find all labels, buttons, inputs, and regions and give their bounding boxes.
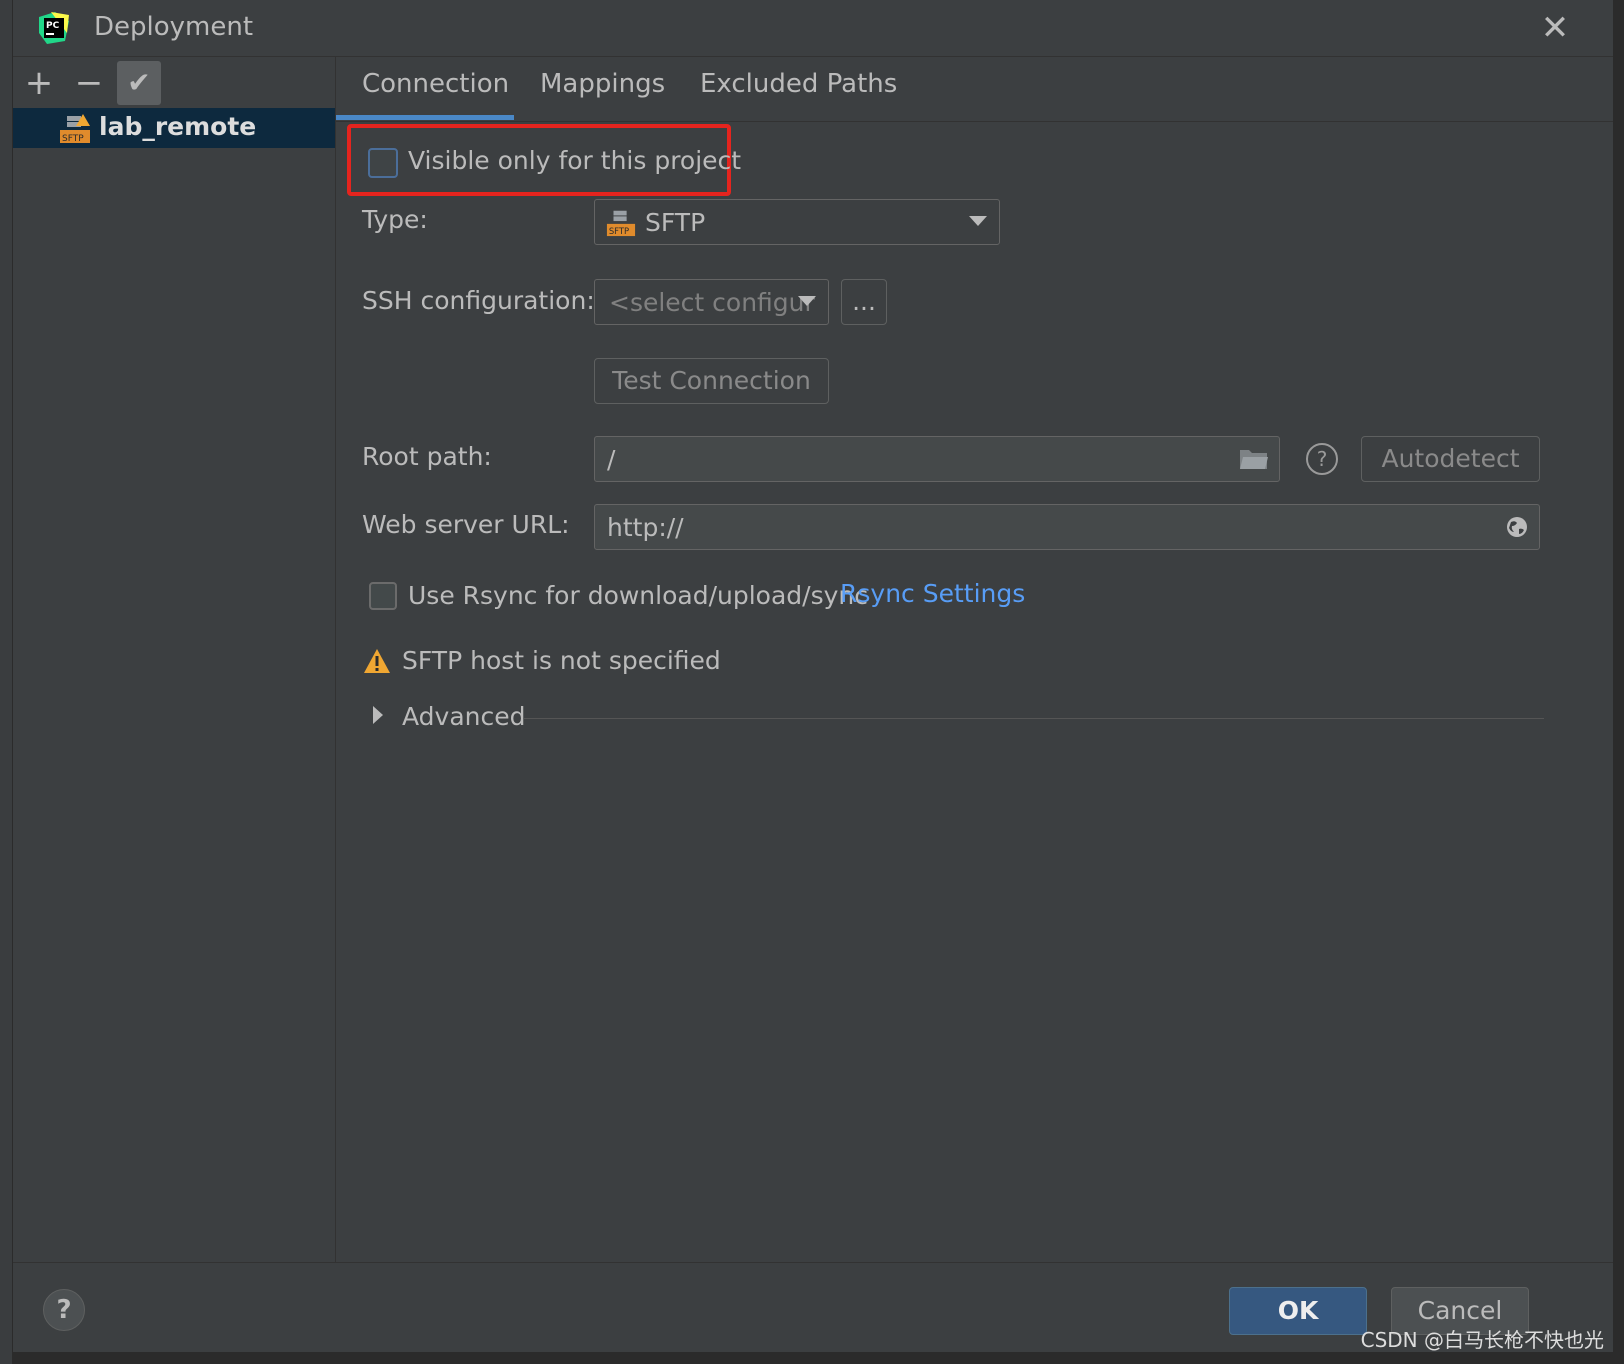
chevron-down-icon [798,296,816,306]
tab-excluded-paths[interactable]: Excluded Paths [700,69,897,99]
deployment-dialog: PC Deployment ✕ + − ✔ SFTP lab_remote Co… [12,0,1614,1352]
type-value: SFTP [645,208,706,237]
help-icon[interactable]: ? [43,1289,85,1331]
ok-button[interactable]: OK [1229,1287,1367,1335]
close-icon[interactable]: ✕ [1537,10,1573,46]
use-rsync-label: Use Rsync for download/upload/sync [408,581,868,610]
tab-mappings[interactable]: Mappings [540,69,665,99]
tab-bar: Connection Mappings Excluded Paths [336,57,1613,122]
title-bar: PC Deployment ✕ [13,0,1613,57]
warning-message: SFTP host is not specified [402,646,721,675]
pycharm-logo-icon: PC [37,11,71,45]
minus-icon[interactable]: − [67,61,111,105]
folder-icon[interactable] [1239,447,1269,471]
svg-text:SFTP: SFTP [62,134,84,144]
advanced-toggle[interactable]: Advanced [402,702,526,731]
warning-icon [363,648,391,674]
background-ide-edge [0,0,12,1364]
ssh-config-more-button[interactable]: ... [841,279,887,325]
globe-icon[interactable] [1505,515,1529,539]
plus-icon[interactable]: + [17,61,61,105]
server-name: lab_remote [99,112,257,141]
web-url-input[interactable]: http:// [594,504,1540,550]
dialog-title: Deployment [94,12,254,42]
web-url-value: http:// [607,513,684,542]
root-path-input[interactable]: / [594,436,1280,482]
autodetect-button[interactable]: Autodetect [1361,436,1540,482]
visible-only-checkbox[interactable] [368,148,398,178]
ssh-config-placeholder: <select configur [609,288,815,317]
active-tab-indicator [336,115,514,120]
web-url-label: Web server URL: [362,510,570,539]
rsync-settings-link[interactable]: Rsync Settings [840,579,1025,608]
triangle-right-icon[interactable] [373,706,383,724]
server-list-panel: + − ✔ SFTP lab_remote [13,57,336,1262]
type-label: Type: [362,205,428,234]
server-item-lab-remote[interactable]: SFTP lab_remote [13,108,335,148]
svg-text:SFTP: SFTP [609,226,629,236]
root-path-label: Root path: [362,442,492,471]
help-icon[interactable]: ? [1306,443,1338,475]
tab-connection[interactable]: Connection [362,69,509,99]
ok-label: OK [1277,1296,1319,1325]
ssh-config-label: SSH configuration: [362,286,595,315]
test-connection-label: Test Connection [612,366,811,395]
chevron-down-icon [969,216,987,226]
ellipsis-label: ... [852,287,876,316]
cancel-label: Cancel [1417,1296,1503,1325]
visible-only-label: Visible only for this project [408,146,742,175]
use-rsync-checkbox[interactable] [369,582,397,610]
check-icon[interactable]: ✔ [117,61,161,105]
ssh-config-dropdown[interactable]: <select configur [594,279,829,325]
advanced-separator [524,718,1544,719]
type-dropdown[interactable]: SFTP SFTP [594,199,1000,245]
root-path-value: / [607,445,616,474]
svg-text:PC: PC [46,21,60,31]
sftp-server-icon: SFTP [606,207,636,237]
watermark-text: CSDN @白马长枪不快也光 [1360,1328,1604,1352]
sftp-server-icon: SFTP [59,112,91,144]
autodetect-label: Autodetect [1381,444,1520,473]
test-connection-button[interactable]: Test Connection [594,358,829,404]
